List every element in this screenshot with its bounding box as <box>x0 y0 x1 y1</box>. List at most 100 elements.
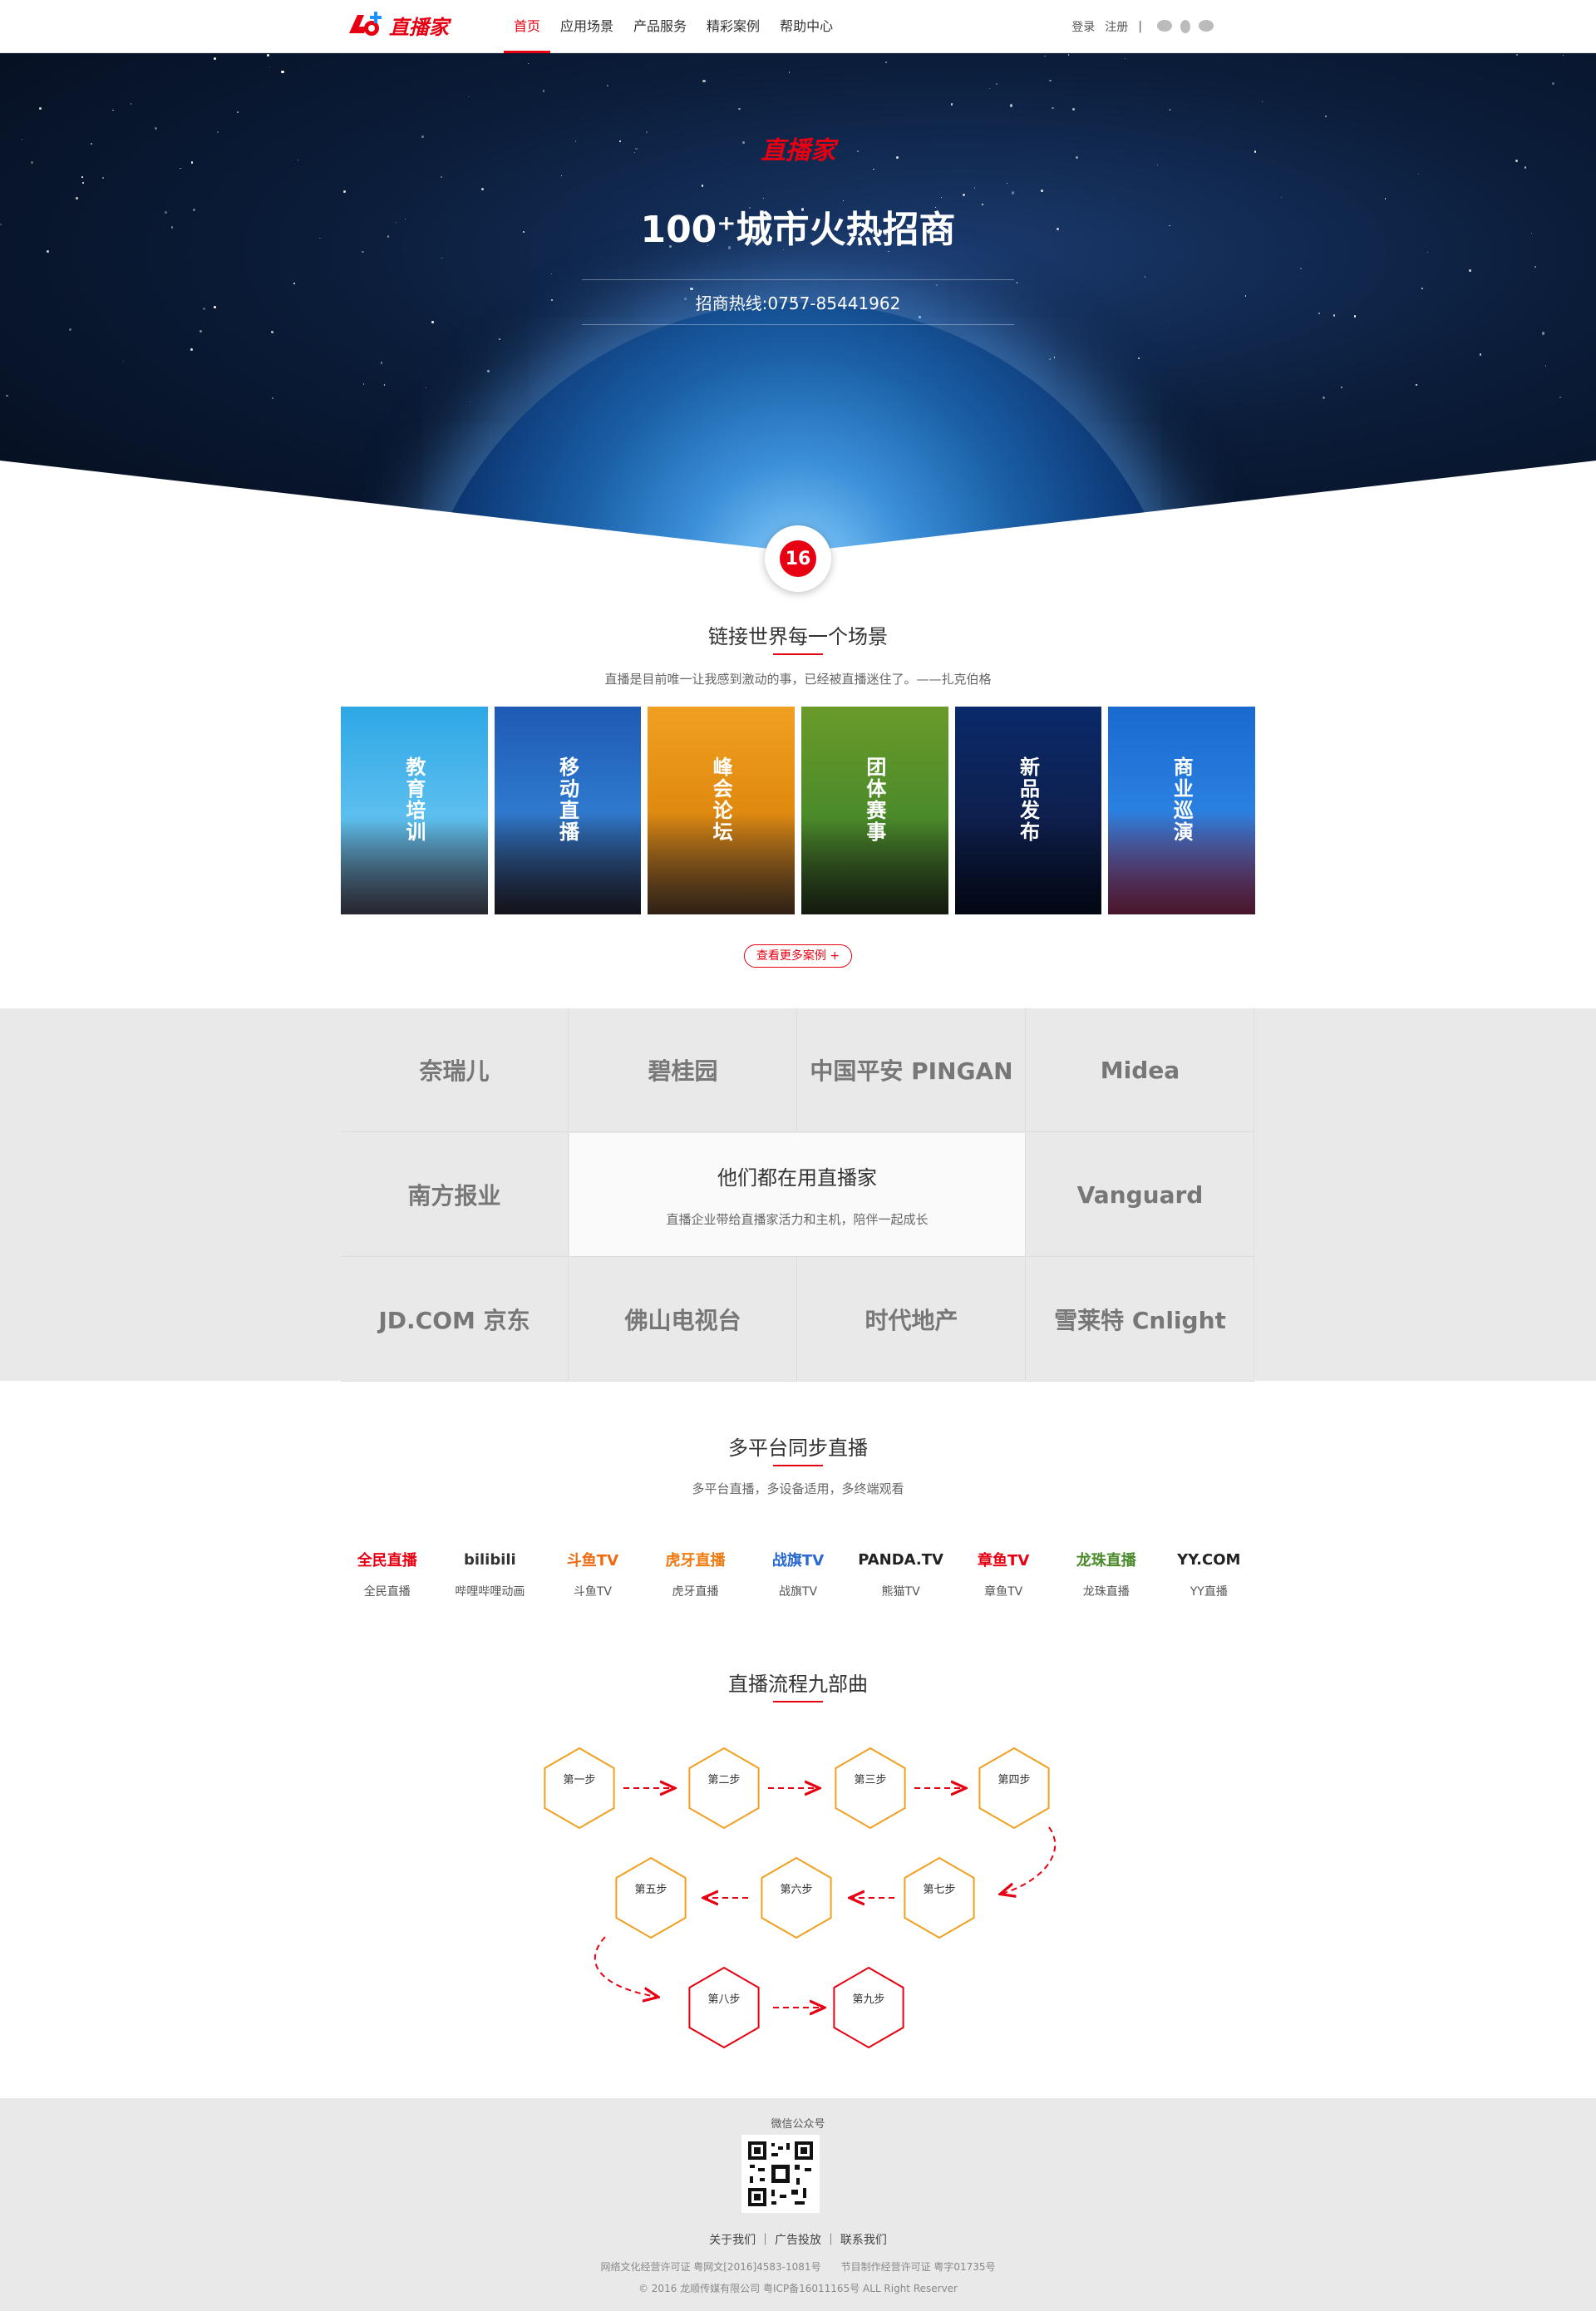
platform-name: 熊猫TV <box>881 1585 920 1599</box>
platform-item[interactable]: 战旗TV 战旗TV <box>746 1543 850 1599</box>
partner-logo: Vanguard <box>1027 1133 1254 1257</box>
step-label: 第四步 <box>998 1774 1030 1786</box>
platform-name: 龙珠直播 <box>1082 1585 1130 1599</box>
partners-title: 他们都在用直播家 <box>717 1166 877 1190</box>
platform-logo: YY.COM <box>1177 1550 1241 1569</box>
hero-logo: 直播家 <box>0 130 1596 166</box>
social-links <box>1157 20 1214 33</box>
step-hexagon <box>688 1966 760 2049</box>
platform-logo: 章鱼TV <box>978 1552 1030 1569</box>
partner-logo: 佛山电视台 <box>569 1258 797 1382</box>
platform-logo: 龙珠直播 <box>1076 1552 1136 1569</box>
more-cases-button[interactable]: 查看更多案例 + <box>744 944 852 968</box>
footer-license: 网络文化经营许可证 粤网文[2016]4583-1081号 节目制作经营许可证 … <box>600 2261 996 2273</box>
platform-item[interactable]: 斗鱼TV 斗鱼TV <box>541 1543 644 1599</box>
scene-card-education[interactable]: 教育培训 <box>341 707 488 914</box>
platform-name: 斗鱼TV <box>573 1585 612 1599</box>
partner-logo: 中国平安 PINGAN <box>798 1008 1026 1132</box>
scene-card-launch[interactable]: 新品发布 <box>954 707 1102 914</box>
step-hexagon <box>835 1747 906 1830</box>
step-hexagon <box>904 1856 975 1939</box>
partners-section: 奈瑞儿 碧桂园 中国平安 PINGAN Midea 南方报业 他们都在用直播家 … <box>0 1008 1596 1382</box>
platform-item[interactable]: 章鱼TV 章鱼TV <box>952 1543 1055 1599</box>
platform-item[interactable]: 龙珠直播 龙珠直播 <box>1055 1543 1158 1599</box>
partner-logo: Midea <box>1027 1008 1254 1132</box>
footer-copyright: © 2016 龙顺传媒有限公司 粤ICP备16011165号 ALL Right… <box>638 2283 958 2294</box>
scene-gallery: 教育培训 移动直播 峰会论坛 团体赛事 新品发布 商业巡演 <box>341 707 1256 914</box>
partner-logo: 雪莱特 Cnlight <box>1027 1258 1254 1382</box>
hero-banner: 直播家 100⁺城市火热招商 招商热线:0757-85441962 <box>0 53 1596 552</box>
partner-logo: 碧桂园 <box>569 1008 797 1132</box>
nav-cases[interactable]: 精彩案例 <box>697 0 770 53</box>
brand-badge-icon: 16 <box>765 525 831 592</box>
scene-label: 教育培训 <box>401 756 426 843</box>
step-label: 第六步 <box>780 1884 812 1896</box>
scene-label: 移动直播 <box>555 756 579 843</box>
flow-diagram: 第一步 第二步 第三步 第四步第五步 第六步 第七步第八步 第九步 <box>544 1747 1057 2049</box>
step-hexagon <box>761 1856 832 1939</box>
scene-label: 新品发布 <box>1016 756 1040 843</box>
platforms-subtitle: 多平台直播，多设备适用，多终端观看 <box>692 1481 904 1496</box>
partners-subtitle: 直播企业带给直播家活力和主机，陪伴一起成长 <box>666 1212 929 1227</box>
partners-grid: 奈瑞儿 碧桂园 中国平安 PINGAN Midea 南方报业 他们都在用直播家 … <box>341 1008 1255 1382</box>
badge-mark: 16 <box>780 540 816 577</box>
partner-logo: JD.COM 京东 <box>341 1258 569 1382</box>
header-actions: 登录 注册 | <box>1071 0 1214 53</box>
scenes-title-underline <box>773 653 823 655</box>
footer-links[interactable]: 关于我们 ｜ 广告投放 ｜ 联系我们 <box>0 2231 1596 2248</box>
brand-name: 直播家 <box>389 15 449 39</box>
nav-help[interactable]: 帮助中心 <box>770 0 843 53</box>
platform-name: 全民直播 <box>363 1585 411 1599</box>
scene-card-tour[interactable]: 商业巡演 <box>1108 707 1256 914</box>
partners-center-card: 他们都在用直播家 直播企业带给直播家活力和主机，陪伴一起成长 <box>569 1133 1026 1257</box>
platform-item[interactable]: PANDA.TV 熊猫TV <box>850 1543 953 1599</box>
step-label: 第二步 <box>707 1774 740 1786</box>
scene-label: 团体赛事 <box>862 756 886 843</box>
step-label: 第七步 <box>923 1884 955 1896</box>
nav-scenes[interactable]: 应用场景 <box>550 0 623 53</box>
qq-icon[interactable] <box>1180 20 1190 33</box>
platforms-title-underline <box>773 1465 823 1466</box>
hero-title: 100⁺城市火热招商 <box>640 209 956 251</box>
nav-products[interactable]: 产品服务 <box>623 0 697 53</box>
header-divider: | <box>1138 20 1142 33</box>
login-link[interactable]: 登录 <box>1071 18 1095 35</box>
scene-label: 商业巡演 <box>1170 756 1194 843</box>
step-hexagon <box>688 1747 760 1830</box>
hero-hotline: 招商热线:0757-85441962 <box>582 279 1014 325</box>
nav-home[interactable]: 首页 <box>504 0 551 53</box>
step-label: 第三步 <box>854 1774 886 1786</box>
weibo-icon[interactable] <box>1199 20 1214 32</box>
platform-name: 章鱼TV <box>984 1585 1023 1599</box>
platform-item[interactable]: YY.COM YY直播 <box>1158 1543 1261 1599</box>
wechat-label: 微信公众号 <box>771 2118 825 2131</box>
platform-item[interactable]: 虎牙直播 虎牙直播 <box>644 1543 747 1599</box>
platform-list: 全民直播 全民直播 bilibili 哔哩哔哩动画 斗鱼TV 斗鱼TV 虎牙直播 虎牙直… <box>336 1543 1260 1599</box>
top-header: 直播家 首页 应用场景 产品服务 精彩案例 帮助中心 登录 注册 | <box>0 0 1596 53</box>
step-label: 第九步 <box>852 1993 884 2006</box>
step-label: 第一步 <box>563 1774 595 1786</box>
scene-label: 峰会论坛 <box>709 756 733 843</box>
scene-card-mobile[interactable]: 移动直播 <box>494 707 642 914</box>
step-hexagon <box>978 1747 1050 1830</box>
platform-logo: bilibili <box>463 1550 516 1569</box>
platform-name: 战旗TV <box>778 1585 818 1599</box>
platform-item[interactable]: 全民直播 全民直播 <box>336 1543 439 1599</box>
register-link[interactable]: 注册 <box>1105 18 1128 35</box>
platform-logo: PANDA.TV <box>858 1550 943 1569</box>
brand-logo[interactable]: 直播家 <box>346 7 449 43</box>
platform-item[interactable]: bilibili 哔哩哔哩动画 <box>439 1543 542 1599</box>
scene-card-forum[interactable]: 峰会论坛 <box>648 707 796 914</box>
step-label: 第五步 <box>634 1884 667 1896</box>
platform-name: 哔哩哔哩动画 <box>455 1585 525 1599</box>
qr-code-icon <box>746 2140 815 2208</box>
wechat-icon[interactable] <box>1157 20 1172 32</box>
scenes-title: 链接世界每一个场景 <box>708 625 888 648</box>
partner-logo: 奈瑞儿 <box>341 1008 569 1132</box>
partner-logo: 南方报业 <box>341 1133 569 1257</box>
scene-card-sports[interactable]: 团体赛事 <box>801 707 948 914</box>
flow-title: 直播流程九部曲 <box>728 1673 868 1696</box>
brand-mark-icon <box>349 12 382 36</box>
platform-logo: 虎牙直播 <box>665 1552 726 1569</box>
platform-logo: 战旗TV <box>771 1552 825 1569</box>
